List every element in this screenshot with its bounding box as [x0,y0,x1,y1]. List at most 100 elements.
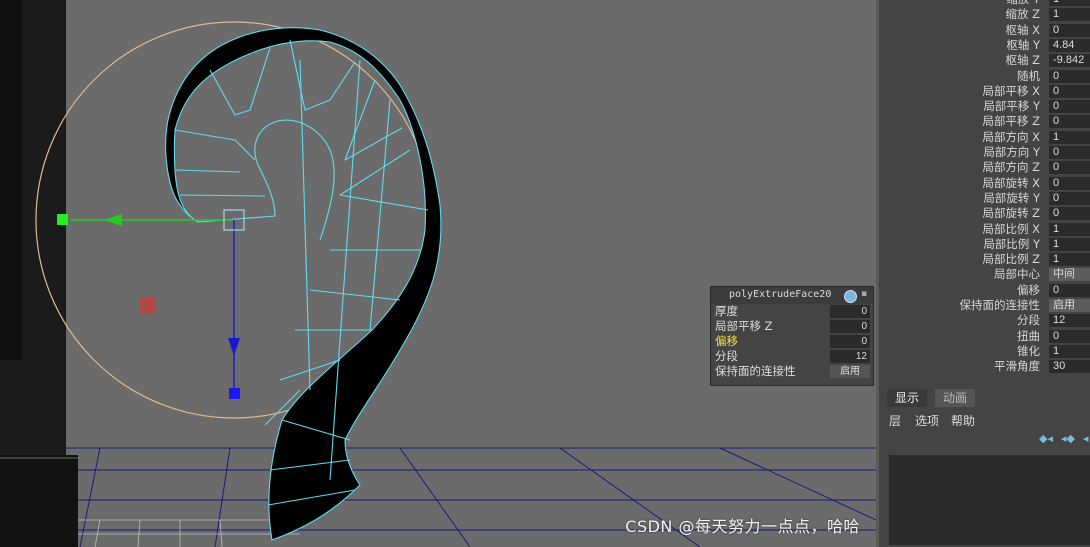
tool-row-value[interactable]: 0 [830,320,870,333]
channel-row-value[interactable]: 0 [1049,84,1090,98]
channel-row-value[interactable]: 1 [1049,130,1090,144]
channel-row[interactable]: 偏移 0 [879,283,1090,298]
channel-row-value[interactable]: 0 [1049,176,1090,190]
channel-row-label: 局部方向 Y [983,145,1040,159]
watermark: CSDN @每天努力一点点，哈哈 [625,517,860,536]
channel-row-value[interactable]: 12 [1049,314,1090,328]
light-grid [70,519,300,547]
channel-row-label: 局部比例 Y [983,236,1040,251]
channel-row[interactable]: 局部比例 X 1 [879,222,1090,237]
channel-row[interactable]: 锥化 1 [879,344,1090,359]
channel-row[interactable]: 分段 12 [879,313,1090,328]
channel-row-value[interactable]: 1 [1049,253,1090,267]
close-icon[interactable]: ▪ [861,289,869,300]
manipulator-y-handle[interactable] [229,388,240,399]
tool-row-divisions[interactable]: 分段 12 [711,349,873,364]
tool-row-value[interactable]: 12 [830,350,870,363]
tool-row-value[interactable]: 0 [830,335,870,348]
channel-row[interactable]: 扭曲 0 [879,329,1090,344]
channel-row-value[interactable]: 启用 [1049,299,1090,312]
channel-row[interactable]: 局部方向 X 1 [879,130,1090,145]
channel-row[interactable]: 局部旋转 X 0 [879,176,1090,191]
manipulator-y-arrow[interactable] [228,338,240,356]
move-layer-down-icon[interactable]: ◂◆ [1061,432,1075,445]
channel-row-value[interactable]: 1 [1049,237,1090,251]
channel-row-value[interactable]: 0 [1049,161,1090,175]
channel-row-value[interactable]: 1 [1049,344,1090,358]
channel-row-label: 保持面的连接性 [959,298,1041,312]
move-layer-up-icon[interactable]: ◆◂ [1039,432,1053,445]
hook-mesh[interactable] [165,27,442,541]
channel-row-label: 局部平移 X [982,83,1040,98]
channel-row[interactable]: 局部平移 Y 0 [879,99,1090,114]
channel-row-label: 偏移 [1017,282,1040,297]
move-manipulator[interactable] [57,209,245,399]
scene-canvas[interactable] [0,0,876,547]
channel-row-label: 局部平移 Z [982,114,1040,129]
menu-help[interactable]: 帮助 [951,412,975,429]
channel-row[interactable]: 枢轴 X 0 [879,23,1090,38]
channel-row[interactable]: 局部旋转 Y 0 [879,191,1090,206]
manipulator-z-handle[interactable] [140,298,156,314]
tool-row-local-translate-z[interactable]: 局部平移 Z 0 [711,319,873,334]
layer-list[interactable] [889,455,1090,545]
tool-row-offset[interactable]: 偏移 0 [711,334,873,349]
channel-row[interactable]: 随机 0 [879,69,1090,84]
manipulator-x-handle[interactable] [57,214,68,225]
channel-row-label: 枢轴 Z [1005,53,1040,68]
channel-row-value[interactable]: 0 [1049,283,1090,297]
channel-row[interactable]: 保持面的连接性 启用 [879,298,1090,313]
tool-row-label: 分段 [715,349,738,363]
channel-row[interactable]: 枢轴 Y 4.84 [879,38,1090,53]
channel-row[interactable]: 局部平移 X 0 [879,84,1090,99]
channel-row-value[interactable]: 0 [1049,146,1090,159]
channel-row-value[interactable]: 30 [1049,360,1090,374]
channel-row-value[interactable]: -9.842 [1049,54,1090,68]
channel-row[interactable]: 平滑角度 30 [879,359,1090,374]
tool-row-keep-faces-together[interactable]: 保持面的连接性 启用 [711,364,873,379]
channel-row-value[interactable]: 0 [1049,329,1090,343]
channel-row[interactable]: 缩放 Y 1 [879,0,1090,7]
tool-row-label-highlighted: 偏移 [715,334,738,348]
tab-display[interactable]: 显示 [887,389,928,407]
in-view-tool-settings[interactable]: polyExtrudeFace20 ▪ 厚度 0 局部平移 Z 0 偏移 0 分… [710,286,874,386]
new-layer-icon[interactable]: ◂ [1083,432,1089,445]
tool-row-label: 厚度 [715,304,738,318]
channel-row-value[interactable]: 0 [1049,100,1090,114]
channel-row-value[interactable]: 1 [1049,0,1090,6]
menu-layers[interactable]: 层 [889,412,901,429]
channel-row[interactable]: 局部方向 Z 0 [879,160,1090,175]
channel-row-value[interactable]: 中间 [1049,268,1090,282]
channel-row[interactable]: 缩放 Z 1 [879,7,1090,22]
channel-row-value[interactable]: 0 [1049,115,1090,129]
manipulator-x-arrow[interactable] [104,214,122,226]
channel-row-value[interactable]: 4.84 [1049,38,1090,52]
channel-row[interactable]: 局部比例 Z 1 [879,252,1090,267]
channel-row-value[interactable]: 0 [1049,69,1090,83]
channel-row[interactable]: 枢轴 Z -9.842 [879,53,1090,68]
menu-options[interactable]: 选项 [915,412,939,429]
viewport-3d[interactable]: polyExtrudeFace20 ▪ 厚度 0 局部平移 Z 0 偏移 0 分… [0,0,876,547]
channel-row[interactable]: 局部比例 Y 1 [879,237,1090,252]
channel-row-value[interactable]: 1 [1049,222,1090,236]
channel-row-value[interactable]: 0 [1049,191,1090,205]
channel-row-value[interactable]: 0 [1049,23,1090,37]
channel-box[interactable]: 缩放 Y1缩放 Z1枢轴 X0枢轴 Y4.84枢轴 Z-9.842随机0局部平移… [876,0,1090,383]
channel-row[interactable]: 局部方向 Y 0 [879,145,1090,160]
channel-row-value[interactable]: 1 [1049,8,1090,22]
tool-row-thickness[interactable]: 厚度 0 [711,304,873,319]
tool-settings-header[interactable]: polyExtrudeFace20 ▪ [711,287,873,304]
layer-editor[interactable]: 显示 动画 层 选项 帮助 ◆◂ ◂◆ ◂ [876,383,1090,547]
channel-row-label: 局部方向 X [982,129,1040,144]
channel-row[interactable]: 局部平移 Z 0 [879,114,1090,129]
maya-node-icon[interactable] [844,290,857,303]
channel-row-label: 扭曲 [1017,328,1040,343]
tool-row-value[interactable]: 0 [830,305,870,318]
channel-row-value[interactable]: 0 [1049,207,1090,221]
channel-row-label: 局部旋转 Y [983,190,1040,205]
tab-animation[interactable]: 动画 [935,389,976,407]
channel-row[interactable]: 局部中心 中间 [879,267,1090,282]
tool-row-toggle[interactable]: 启用 [830,365,870,378]
channel-row-label: 枢轴 X [1005,22,1040,37]
channel-row[interactable]: 局部旋转 Z 0 [879,206,1090,221]
